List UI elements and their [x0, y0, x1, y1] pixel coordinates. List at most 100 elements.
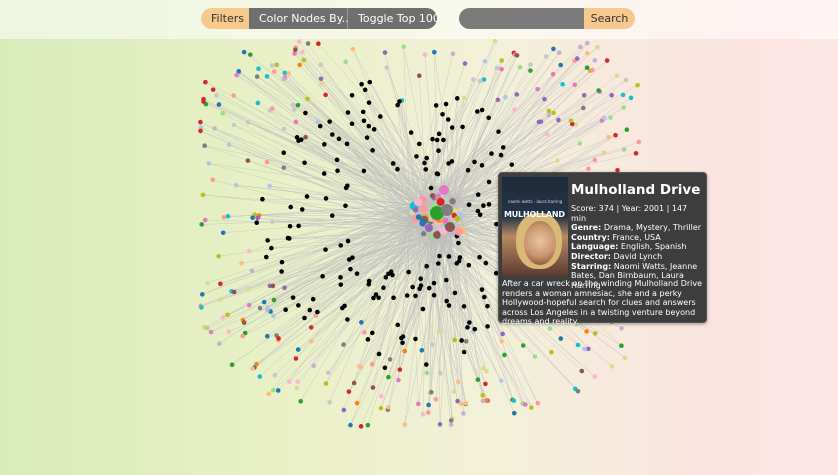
- graph-node[interactable]: [635, 82, 640, 88]
- graph-node[interactable]: [512, 107, 517, 112]
- graph-node[interactable]: [387, 357, 393, 362]
- graph-node[interactable]: [202, 217, 208, 223]
- graph-node[interactable]: [568, 118, 574, 123]
- graph-node[interactable]: [511, 410, 517, 416]
- graph-node[interactable]: [395, 166, 400, 172]
- graph-node[interactable]: [601, 150, 607, 155]
- graph-node[interactable]: [475, 192, 481, 197]
- graph-node[interactable]: [485, 303, 490, 309]
- graph-node[interactable]: [436, 329, 442, 334]
- graph-node[interactable]: [511, 398, 517, 403]
- graph-node[interactable]: [395, 322, 401, 328]
- graph-node[interactable]: [220, 230, 226, 236]
- graph-node[interactable]: [475, 109, 480, 114]
- filters-button[interactable]: Filters: [201, 8, 249, 29]
- graph-node[interactable]: [382, 365, 388, 371]
- graph-node[interactable]: [575, 342, 581, 348]
- graph-node[interactable]: [528, 62, 533, 67]
- graph-node[interactable]: [428, 185, 434, 191]
- graph-node[interactable]: [509, 162, 515, 167]
- graph-node[interactable]: [199, 222, 205, 227]
- graph-node[interactable]: [390, 161, 396, 166]
- graph-node[interactable]: [200, 192, 206, 198]
- graph-node[interactable]: [528, 68, 533, 73]
- graph-node[interactable]: [206, 161, 212, 166]
- graph-node[interactable]: [270, 106, 275, 111]
- graph-node[interactable]: [574, 56, 580, 61]
- graph-node[interactable]: [555, 158, 560, 163]
- graph-node[interactable]: [604, 58, 610, 63]
- graph-node[interactable]: [431, 280, 437, 286]
- graph-node[interactable]: [556, 50, 562, 55]
- graph-node[interactable]: [575, 388, 581, 394]
- graph-node[interactable]: [202, 143, 207, 149]
- graph-node[interactable]: [225, 312, 230, 318]
- graph-node[interactable]: [396, 377, 401, 383]
- graph-node[interactable]: [320, 274, 325, 279]
- graph-node[interactable]: [250, 215, 255, 221]
- graph-node[interactable]: [452, 337, 458, 343]
- graph-node[interactable]: [584, 65, 590, 70]
- graph-node[interactable]: [479, 163, 485, 168]
- graph-node[interactable]: [323, 381, 329, 386]
- graph-node[interactable]: [448, 418, 454, 423]
- graph-node[interactable]: [295, 347, 301, 352]
- graph-node[interactable]: [344, 141, 350, 147]
- graph-node[interactable]: [581, 105, 586, 111]
- graph-node[interactable]: [423, 362, 429, 367]
- graph-node[interactable]: [198, 119, 203, 125]
- graph-node[interactable]: [376, 295, 381, 301]
- graph-node[interactable]: [448, 422, 454, 427]
- graph-node[interactable]: [496, 129, 501, 134]
- graph-node[interactable]: [210, 87, 216, 92]
- graph-node[interactable]: [246, 248, 252, 254]
- graph-node[interactable]: [334, 157, 340, 163]
- graph-node[interactable]: [221, 214, 227, 220]
- graph-node[interactable]: [463, 339, 469, 344]
- graph-node[interactable]: [429, 389, 434, 395]
- graph-node[interactable]: [390, 272, 395, 278]
- graph-node[interactable]: [293, 47, 298, 53]
- graph-node[interactable]: [413, 336, 418, 342]
- graph-node[interactable]: [408, 130, 414, 135]
- graph-node[interactable]: [459, 338, 464, 343]
- graph-node[interactable]: [366, 100, 372, 105]
- graph-node[interactable]: [199, 305, 204, 310]
- graph-node[interactable]: [426, 402, 431, 408]
- graph-node[interactable]: [429, 342, 435, 348]
- graph-node[interactable]: [245, 119, 251, 125]
- graph-node[interactable]: [327, 119, 332, 124]
- graph-node[interactable]: [282, 70, 288, 76]
- graph-node[interactable]: [595, 44, 600, 50]
- graph-node[interactable]: [432, 224, 440, 231]
- graph-node[interactable]: [413, 293, 418, 299]
- graph-node[interactable]: [479, 287, 485, 292]
- graph-node[interactable]: [436, 261, 441, 266]
- graph-node[interactable]: [365, 422, 371, 428]
- graph-node[interactable]: [358, 424, 364, 429]
- graph-node[interactable]: [308, 339, 314, 344]
- graph-node[interactable]: [271, 387, 276, 393]
- graph-node[interactable]: [326, 370, 331, 376]
- toggle-top-100-button[interactable]: Toggle Top 100: [348, 8, 440, 29]
- graph-node[interactable]: [542, 96, 547, 102]
- graph-node[interactable]: [264, 74, 270, 79]
- graph-node[interactable]: [270, 283, 276, 289]
- graph-node[interactable]: [204, 325, 210, 331]
- graph-node[interactable]: [609, 92, 614, 98]
- graph-node[interactable]: [479, 107, 485, 113]
- graph-node[interactable]: [269, 63, 275, 68]
- graph-hub-node[interactable]: [441, 204, 453, 216]
- graph-node[interactable]: [444, 298, 449, 304]
- graph-node[interactable]: [402, 422, 408, 427]
- graph-node[interactable]: [578, 44, 583, 50]
- graph-node[interactable]: [434, 171, 440, 176]
- graph-node[interactable]: [341, 342, 346, 347]
- graph-node[interactable]: [547, 326, 553, 331]
- graph-node[interactable]: [584, 40, 590, 46]
- graph-node[interactable]: [461, 349, 467, 355]
- graph-node[interactable]: [397, 367, 403, 372]
- search-input[interactable]: [459, 8, 584, 29]
- graph-node[interactable]: [620, 92, 626, 98]
- graph-node[interactable]: [366, 278, 372, 284]
